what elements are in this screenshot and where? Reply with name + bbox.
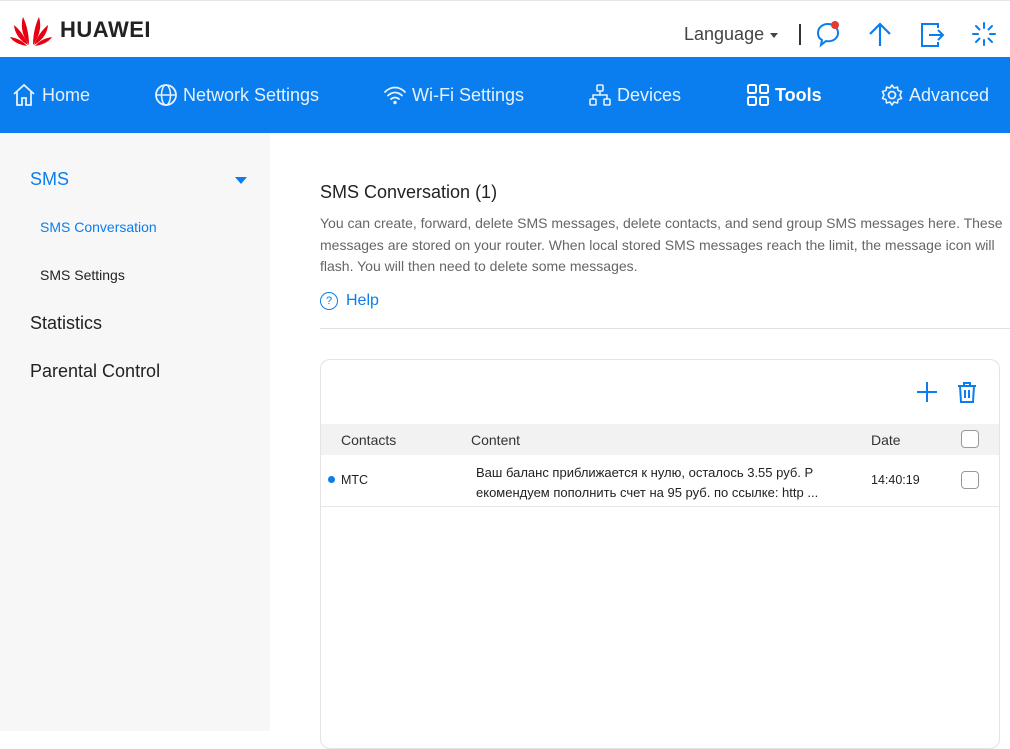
row-contact: МТС	[341, 473, 369, 487]
sidebar: SMS SMS Conversation SMS Settings Statis…	[0, 133, 270, 731]
row-content-line2: екомендуем пополнить счет на 95 руб. по …	[476, 485, 819, 500]
add-icon[interactable]	[915, 380, 939, 404]
home-icon	[13, 83, 35, 106]
nav-advanced-label: Advanced	[909, 84, 990, 105]
chevron-down-icon	[770, 33, 779, 38]
nav-advanced[interactable]: Advanced	[880, 57, 989, 133]
sidebar-item-sms-conversation[interactable]: SMS Conversation	[40, 219, 157, 235]
nav-wifi-settings[interactable]: Wi-Fi Settings	[383, 57, 524, 133]
huawei-flower-icon	[10, 17, 52, 46]
tools-icon	[747, 84, 769, 106]
sidebar-item-sms[interactable]: SMS	[30, 169, 69, 190]
row-content-line1: Ваш баланс приближается к нулю, осталось…	[476, 465, 814, 480]
trash-icon[interactable]	[955, 380, 979, 404]
nav-home[interactable]: Home	[11, 57, 90, 133]
nav-tools[interactable]: Tools	[746, 57, 822, 133]
divider	[799, 24, 801, 45]
logout-icon[interactable]	[917, 19, 947, 49]
language-label: Language	[684, 24, 765, 44]
arrow-up-icon[interactable]	[865, 19, 895, 49]
select-all-checkbox[interactable]	[961, 430, 979, 448]
table-header: Contacts Content Date	[321, 424, 999, 455]
column-contacts: Contacts	[341, 432, 397, 448]
help-icon: ?	[320, 292, 338, 310]
page-title: SMS Conversation (1)	[320, 182, 498, 202]
brand-name: HUAWEI	[60, 17, 151, 42]
devices-icon	[589, 84, 611, 106]
nav-network-settings-label: Network Settings	[183, 84, 320, 105]
nav-devices[interactable]: Devices	[588, 57, 681, 133]
nav-home-label: Home	[42, 84, 91, 105]
nav-network-settings[interactable]: Network Settings	[154, 57, 319, 133]
chevron-down-icon[interactable]	[235, 177, 247, 184]
row-content: Ваш баланс приближается к нулю, осталось…	[476, 463, 856, 503]
sidebar-item-statistics[interactable]: Statistics	[30, 313, 102, 334]
nav-wifi-settings-label: Wi-Fi Settings	[412, 84, 525, 105]
sidebar-item-sms-settings[interactable]: SMS Settings	[40, 267, 125, 283]
table-row[interactable]: МТС Ваш баланс приближается к нулю, оста…	[321, 455, 999, 507]
help-label: Help	[346, 292, 379, 309]
gear-icon	[881, 84, 903, 106]
language-selector[interactable]: Language	[684, 24, 779, 45]
main-content: SMS Conversation (1) You can create, for…	[270, 133, 1010, 749]
sidebar-item-parental-control[interactable]: Parental Control	[30, 361, 160, 382]
unread-indicator	[328, 476, 335, 483]
nav-tools-label: Tools	[775, 84, 822, 105]
huawei-logo[interactable]: HUAWEI	[10, 13, 151, 47]
main-nav: Home Network Settings Wi-Fi Settings Dev…	[0, 57, 1010, 133]
spinner-icon	[972, 22, 996, 46]
divider	[320, 328, 1010, 329]
wifi-icon	[384, 86, 406, 105]
row-checkbox[interactable]	[961, 471, 979, 489]
nav-devices-label: Devices	[617, 84, 682, 105]
page-description: You can create, forward, delete SMS mess…	[320, 215, 1003, 274]
sms-table-card: Contacts Content Date МТС Ваш баланс при…	[320, 359, 1000, 749]
globe-icon	[155, 84, 177, 106]
column-content: Content	[471, 432, 521, 448]
column-date: Date	[871, 432, 901, 448]
notification-dot	[831, 21, 839, 29]
top-bar: HUAWEI Language	[0, 0, 1010, 57]
help-link[interactable]: ? Help	[320, 292, 379, 310]
chat-icon[interactable]	[813, 19, 843, 49]
row-date: 14:40:19	[871, 473, 920, 487]
